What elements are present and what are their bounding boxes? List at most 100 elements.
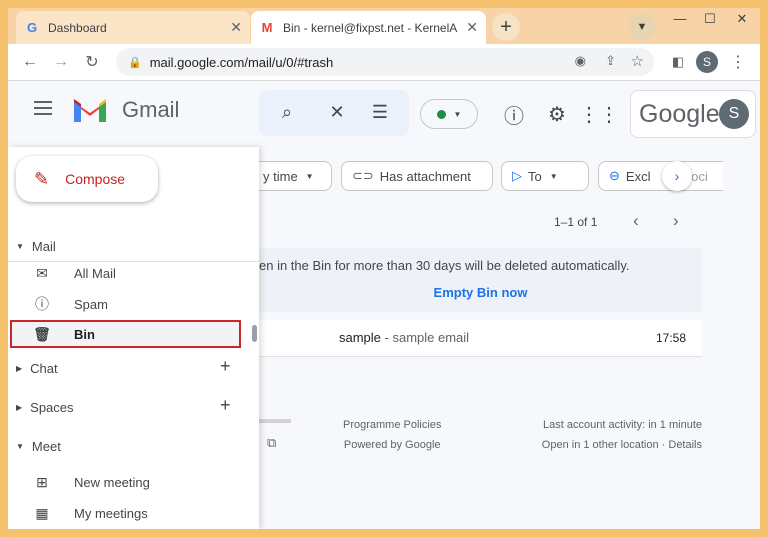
details-link[interactable]: Open in 1 other location · Details [512,435,702,455]
help-icon[interactable]: ⓘ [501,101,527,128]
tab-title: Dashboard [48,20,107,35]
tab-title: Bin - kernel@fixpst.net - KernelA [283,20,458,35]
sidebar-scrollbar[interactable] [252,325,257,342]
lock-icon: 🔒 [128,56,142,69]
email-subject: sample - sample email [339,330,469,345]
caret-down-icon: ▼ [453,109,462,119]
gmail-app: Gmail ⌕ ✕ ☰ ▼ ⓘ ⚙ ⋮⋮ Google S y time ▼ ⊂… [8,81,760,529]
account-avatar[interactable]: S [719,99,749,129]
new-meeting-icon: ⊞ [36,473,48,490]
chevron-right-icon: › [674,168,680,184]
minus-circle-icon: ⊖ [609,168,620,183]
last-activity-text: Last account activity: in 1 minute [543,419,702,431]
search-options-icon[interactable]: ☰ [369,102,391,123]
pagination-text: 1–1 of 1 [554,215,598,229]
forward-icon[interactable]: → [49,50,73,74]
apps-grid-icon[interactable]: ⋮⋮ [579,101,619,127]
maximize-button[interactable]: ☐ [694,8,726,30]
to-filter-chip[interactable]: ▷ To ▼ [501,161,589,191]
caret-down-icon: ▼ [305,171,314,181]
footer-left: Programme Policies Powered by Google [343,415,441,455]
profile-avatar[interactable]: S [696,51,718,73]
compose-button[interactable]: ✎ Compose [16,156,158,202]
sidebar: ✎ Compose ▼ Mail ✉ All Mail ⓘ Spam 🗑 Bin [8,147,259,529]
sidebar-item-spam[interactable]: ⓘ Spam [18,291,238,317]
subject-text: sample [339,330,381,345]
mail-icon: ✉ [36,264,48,281]
active-status-dot-icon [436,109,446,119]
sidebar-item-my-meetings[interactable]: ▦ My meetings [18,500,238,526]
empty-bin-link[interactable]: Empty Bin now [259,285,702,300]
meet-section-header[interactable]: ▼ Meet [16,439,61,454]
section-label: Spaces [30,400,74,415]
tab-gmail-bin[interactable]: M Bin - kernel@fixpst.net - KernelA ✕ [251,11,486,44]
programme-policies-link[interactable]: Programme Policies [343,415,441,435]
bin-icon: 🗑 [33,325,51,342]
section-label: Chat [30,361,58,376]
time-filter-chip[interactable]: y time ▼ [259,161,332,191]
close-tab-icon[interactable]: ✕ [230,19,242,36]
tab-strip: G Dashboard ✕ M Bin - kernel@fixpst.net … [8,8,760,44]
google-account-box[interactable]: Google S [630,90,756,138]
status-indicator[interactable]: ▼ [420,99,478,129]
reload-icon[interactable]: ↻ [80,50,104,74]
caret-down-icon: ▼ [16,242,24,251]
bin-notice-text: en in the Bin for more than 30 days will… [259,258,630,273]
address-bar[interactable]: 🔒 mail.google.com/mail/u/0/#trash ◉ ⇪ ☆ [116,48,654,76]
eye-icon[interactable]: ◉ [575,53,586,69]
has-attachment-chip[interactable]: ⊂⊃ Has attachment [341,161,493,191]
chip-label: Has attachment [379,168,471,184]
exclude-chats-chip[interactable]: ⊖ Excl Soci [598,161,723,191]
prev-page-icon[interactable]: ‹ [633,211,639,231]
add-space-icon[interactable]: + [220,395,231,416]
back-icon[interactable]: ← [18,50,42,74]
close-window-button[interactable]: ✕ [726,8,758,30]
main-menu-icon[interactable] [34,101,52,119]
add-chat-icon[interactable]: + [220,356,231,377]
settings-gear-icon[interactable]: ⚙ [544,101,570,127]
tab-search-button[interactable]: ▼ [628,13,656,41]
search-icon[interactable]: ⌕ [276,102,298,123]
sidebar-item-all-mail[interactable]: ✉ All Mail [18,260,238,286]
footer-right: Last account activity: in 1 minute Open … [512,415,702,455]
compose-label: Compose [65,171,126,187]
sidebar-item-new-meeting[interactable]: ⊞ New meeting [18,469,238,495]
share-icon[interactable]: ⇪ [605,53,616,69]
url-text: mail.google.com/mail/u/0/#trash [149,54,334,70]
bookmark-star-icon[interactable]: ☆ [631,52,644,70]
chat-section-header[interactable]: ▶ Chat [16,361,58,376]
open-external-icon[interactable]: ⧉ [267,435,276,451]
email-row[interactable]: sample - sample email 17:58 [259,320,702,356]
tab-dashboard[interactable]: G Dashboard ✕ [16,11,250,44]
caret-down-icon: ▼ [16,442,24,451]
next-page-icon[interactable]: › [673,211,679,231]
email-time: 17:58 [655,331,686,345]
search-bar[interactable]: ⌕ ✕ ☰ [259,90,409,136]
sidebar-item-bin[interactable]: 🗑 Bin [10,320,241,348]
sidebar-item-label: My meetings [74,505,148,521]
minimize-button[interactable]: — [664,8,696,30]
powered-by-text: Powered by Google [343,439,441,451]
caret-right-icon: ▶ [16,364,23,373]
sidebar-item-label: New meeting [74,474,150,490]
side-panel-icon[interactable]: ◧ [666,50,690,74]
clear-search-icon[interactable]: ✕ [326,102,348,123]
gmail-favicon-icon: M [261,20,273,35]
gmail-wordmark: Gmail [122,97,180,122]
attachment-icon: ⊂⊃ [352,168,374,183]
spaces-section-header[interactable]: ▶ Spaces [16,400,74,415]
browser-window: G Dashboard ✕ M Bin - kernel@fixpst.net … [8,8,760,529]
spam-icon: ⓘ [35,296,49,312]
mail-section-header[interactable]: ▼ Mail [16,239,56,254]
chip-label: Excl [625,168,651,184]
main-content: y time ▼ ⊂⊃ Has attachment ▷ To ▼ ⊖ Excl… [259,147,760,529]
scroll-chips-right-button[interactable]: › [662,161,692,191]
calendar-icon: ▦ [35,504,49,521]
menu-dots-icon[interactable]: ⋮ [726,50,750,74]
pencil-icon: ✎ [34,168,50,189]
close-tab-icon[interactable]: ✕ [466,19,478,36]
new-tab-button[interactable]: + [492,13,520,41]
chip-label: To [528,168,542,184]
chevron-down-icon: ▼ [636,21,648,33]
sidebar-item-label: Bin [74,326,95,342]
